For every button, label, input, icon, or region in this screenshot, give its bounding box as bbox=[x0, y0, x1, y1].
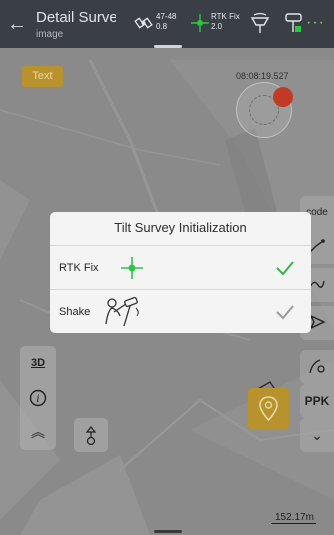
3d-view-button[interactable]: 3D bbox=[20, 346, 56, 380]
back-arrow-icon[interactable]: ← bbox=[6, 13, 28, 35]
3d-label: 3D bbox=[30, 357, 46, 369]
ppk-button[interactable]: PPK bbox=[300, 384, 334, 418]
bubble-level-dot bbox=[273, 87, 293, 107]
collect-point-button[interactable] bbox=[248, 388, 289, 430]
solution-status: RTK Fix bbox=[211, 12, 240, 21]
left-tool-panel: 3D i ︽ bbox=[20, 346, 56, 450]
survey-figure-button[interactable] bbox=[74, 418, 108, 452]
bottom-drag-handle[interactable] bbox=[154, 530, 182, 533]
dialog-title: Tilt Survey Initialization bbox=[114, 220, 247, 235]
stakeout-pin-icon bbox=[309, 359, 325, 374]
screen: ← Detail Surve image 47-48 0.8 RTK Fix 2… bbox=[0, 0, 334, 535]
ppk-label: PPK bbox=[304, 394, 330, 408]
more-dots-icon[interactable]: ··· bbox=[306, 14, 325, 32]
info-button[interactable]: i bbox=[20, 381, 56, 415]
option-rtk-fix-label: RTK Fix bbox=[59, 262, 99, 274]
satellite-values: 47-48 0.8 bbox=[156, 12, 176, 32]
top-bar: ← Detail Surve image 47-48 0.8 RTK Fix 2… bbox=[0, 0, 334, 48]
base-station-icon[interactable] bbox=[248, 12, 272, 36]
bubble-level-compass bbox=[236, 82, 293, 138]
solution-age: 2.0 bbox=[211, 22, 223, 31]
tilt-rover-icon[interactable] bbox=[283, 11, 305, 35]
chevron-double-down-icon: ⌄ bbox=[311, 427, 323, 443]
crosshair-icon bbox=[121, 257, 143, 279]
satellite-count: 47-48 bbox=[156, 12, 177, 21]
expand-up-button[interactable]: ︽ bbox=[20, 415, 56, 449]
pole-figure-icon bbox=[85, 426, 97, 446]
stakeout-tool-button[interactable] bbox=[300, 350, 334, 384]
option-rtk-fix[interactable]: RTK Fix bbox=[50, 245, 311, 289]
check-unselected-icon bbox=[276, 305, 294, 320]
collapse-down-button[interactable]: ⌄ bbox=[300, 418, 334, 452]
satellite-pdop: 0.8 bbox=[156, 22, 168, 31]
location-pin-icon bbox=[259, 396, 278, 422]
crosshair-icon[interactable] bbox=[190, 12, 210, 34]
satellite-icon[interactable] bbox=[134, 13, 154, 33]
tilt-survey-dialog: Tilt Survey Initialization RTK Fix Shake bbox=[50, 212, 311, 333]
top-drag-handle[interactable] bbox=[154, 45, 182, 48]
time-readout: 08:08:19.527 bbox=[236, 71, 289, 81]
check-selected-icon bbox=[276, 261, 294, 276]
page-title: Detail Surve bbox=[36, 9, 116, 26]
info-icon: i bbox=[29, 389, 47, 406]
solution-values: RTK Fix 2.0 bbox=[211, 12, 240, 32]
map-scale-bar: 152.17m bbox=[271, 512, 316, 524]
option-shake[interactable]: Shake bbox=[50, 289, 311, 333]
chevron-double-up-icon: ︽ bbox=[31, 424, 45, 440]
page-subtitle: image bbox=[36, 29, 64, 40]
shake-person-icon bbox=[105, 296, 139, 327]
text-label-button[interactable]: Text bbox=[22, 66, 63, 87]
option-shake-label: Shake bbox=[59, 306, 91, 318]
svg-text:i: i bbox=[36, 394, 39, 405]
